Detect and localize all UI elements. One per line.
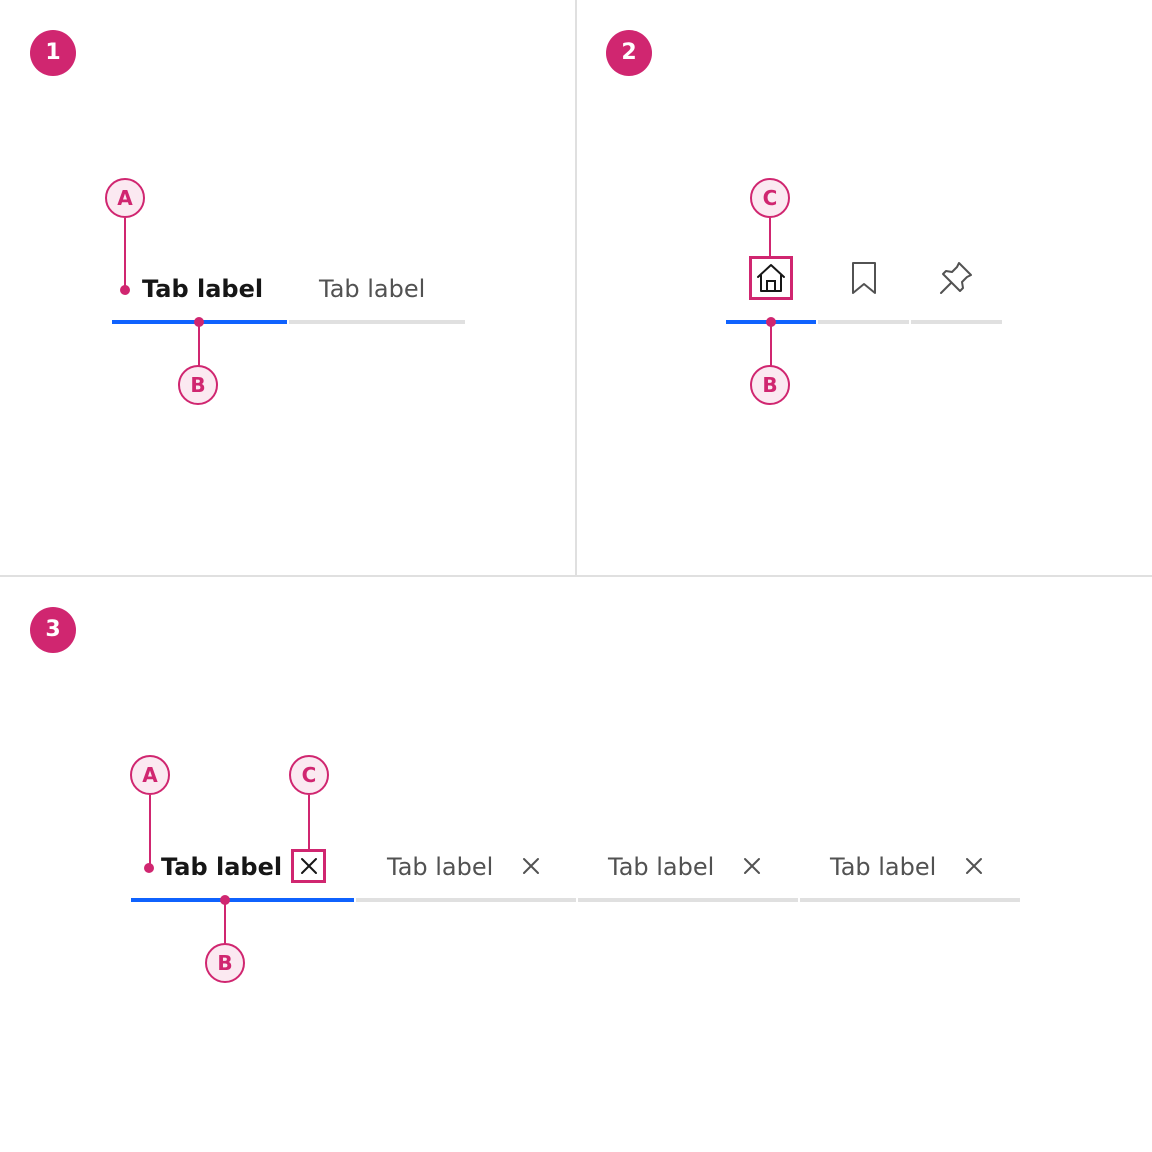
close-icon[interactable] <box>742 856 762 876</box>
close-icon[interactable] <box>521 856 541 876</box>
close-icon[interactable] <box>299 856 319 876</box>
callout-c-leader <box>769 218 771 258</box>
tab-label-selected[interactable]: Tab label <box>161 852 282 882</box>
callout-b-leader <box>224 900 226 944</box>
home-icon[interactable] <box>753 260 789 296</box>
callout-b: B <box>750 365 790 405</box>
tab-label[interactable]: Tab label <box>319 274 425 304</box>
callout-b: B <box>178 365 218 405</box>
callout-c: C <box>289 755 329 795</box>
tab-track <box>800 898 1020 902</box>
tab-track <box>356 898 576 902</box>
tab-label[interactable]: Tab label <box>387 852 493 882</box>
pin-icon[interactable] <box>938 260 974 296</box>
callout-a-leader <box>124 218 126 288</box>
panel-divider-vertical <box>575 0 577 576</box>
tab-track <box>578 898 798 902</box>
callout-a-dot <box>144 863 154 873</box>
callout-c: C <box>750 178 790 218</box>
callout-b-leader <box>198 322 200 366</box>
tab-indicator-active <box>131 898 354 902</box>
callout-a-dot <box>120 285 130 295</box>
tab-label[interactable]: Tab label <box>608 852 714 882</box>
callout-a-leader <box>149 795 151 867</box>
callout-c-leader <box>308 795 310 849</box>
callout-b-leader <box>770 322 772 366</box>
tab-track <box>911 320 1002 324</box>
step-badge-2: 2 <box>606 30 652 76</box>
tab-label-selected[interactable]: Tab label <box>142 274 263 304</box>
callout-b: B <box>205 943 245 983</box>
tab-track <box>289 320 465 324</box>
step-badge-1: 1 <box>30 30 76 76</box>
tab-track <box>818 320 909 324</box>
callout-a: A <box>130 755 170 795</box>
callout-a: A <box>105 178 145 218</box>
bookmark-icon[interactable] <box>846 260 882 296</box>
step-badge-3: 3 <box>30 607 76 653</box>
panel-divider-horizontal <box>0 575 1152 577</box>
tab-label[interactable]: Tab label <box>830 852 936 882</box>
close-icon[interactable] <box>964 856 984 876</box>
